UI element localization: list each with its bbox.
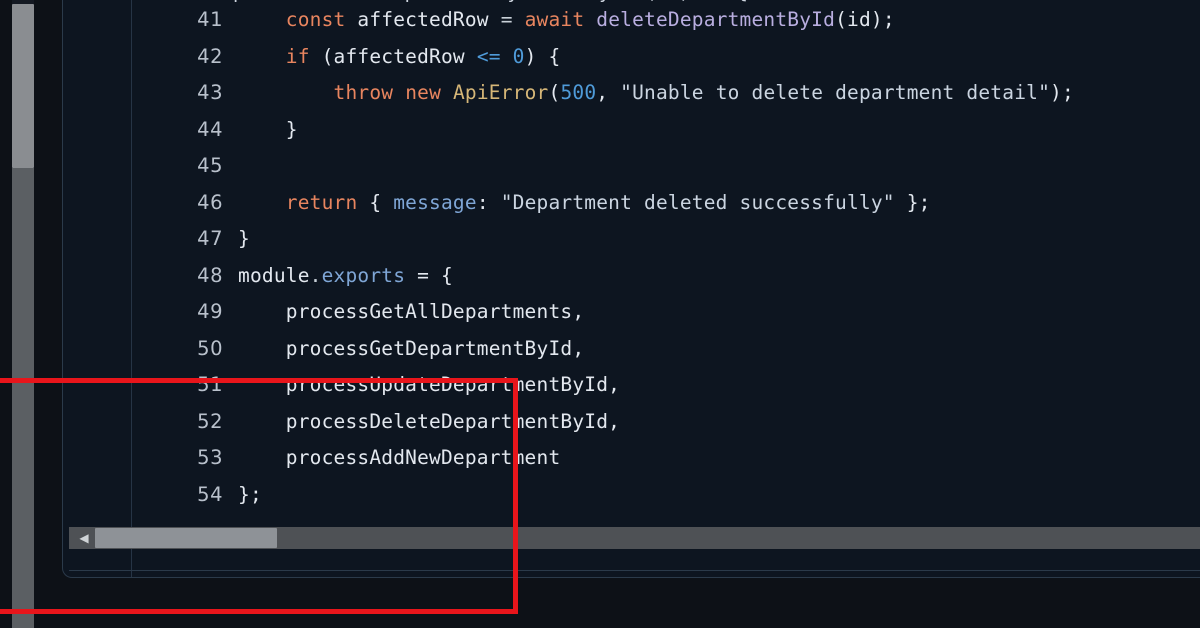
- code-line[interactable]: 43 throw new ApiError(500, "Unable to de…: [63, 75, 1200, 112]
- code-line[interactable]: 48 module.exports = {: [63, 258, 1200, 295]
- code-token: processAddNewDepartment: [238, 446, 561, 469]
- code-line[interactable]: 46 return { message: "Department deleted…: [63, 185, 1200, 222]
- code-token: (affectedRow: [309, 44, 477, 68]
- code-token: ApiError: [452, 81, 549, 104]
- code-token: await: [524, 8, 585, 31]
- line-number: 50: [197, 336, 223, 360]
- code-line[interactable]: 52 processDeleteDepartmentById,: [63, 404, 1200, 441]
- page-vertical-scrollbar[interactable]: [12, 0, 34, 628]
- code-token: throw: [333, 81, 394, 104]
- code-token: .: [309, 263, 322, 287]
- code-line[interactable]: 47}: [63, 221, 1200, 258]
- code-line[interactable]: 42 if (affectedRow <= 0) {: [63, 39, 1200, 76]
- code-token: {: [357, 190, 394, 214]
- line-number: 41: [197, 8, 223, 31]
- code-line-text: throw new ApiError(500, "Unable to delet…: [238, 75, 1074, 112]
- line-number: 42: [197, 44, 223, 68]
- code-token: module: [238, 263, 310, 287]
- code-line-text: module.exports = {: [238, 258, 453, 295]
- line-number: 48: [197, 263, 223, 287]
- code-line-text: processUpdateDepartmentById,: [238, 367, 620, 404]
- code-token: processGetDepartmentById,: [238, 336, 585, 360]
- code-line[interactable]: 44 }: [63, 112, 1200, 149]
- code-token: (: [548, 81, 561, 104]
- code-token: new: [405, 81, 442, 104]
- code-token: message: [393, 190, 477, 214]
- line-number: 44: [197, 117, 223, 141]
- code-line[interactable]: 49 processGetAllDepartments,: [63, 294, 1200, 331]
- code-token: );: [1050, 81, 1074, 104]
- code-token: "Unable to delete department detail": [620, 81, 1051, 104]
- code-token: ,: [596, 81, 621, 104]
- code-token: };: [238, 482, 262, 506]
- code-line[interactable]: 53 processAddNewDepartment: [63, 440, 1200, 477]
- code-token: if: [285, 44, 310, 68]
- line-number: 43: [197, 81, 223, 104]
- line-number: 47: [197, 227, 223, 250]
- code-token: processGetAllDepartments,: [238, 300, 585, 323]
- code-line-text: }: [238, 112, 298, 149]
- code-token: 500: [560, 81, 597, 104]
- line-number: 53: [197, 446, 223, 469]
- code-editor-panel: processDeleteDepartmentById = async (id)…: [62, 0, 1200, 578]
- code-content-area[interactable]: processDeleteDepartmentById = async (id)…: [63, 0, 1200, 537]
- screenshot-root: processDeleteDepartmentById = async (id)…: [0, 0, 1200, 628]
- code-line-text: if (affectedRow <= 0) {: [238, 39, 560, 76]
- line-number: 51: [197, 373, 223, 396]
- code-token: };: [894, 190, 931, 214]
- code-token: return: [285, 190, 358, 214]
- code-token: = {: [405, 263, 453, 287]
- line-number: 46: [197, 190, 223, 214]
- page-scrollbar-track-lower[interactable]: [12, 168, 34, 628]
- code-token: (id);: [835, 8, 895, 31]
- code-token: const: [285, 8, 346, 31]
- code-token: exports: [321, 263, 406, 287]
- code-token: processDeleteDepartmentById,: [238, 409, 621, 433]
- line-number: 52: [197, 409, 223, 433]
- code-token: :: [476, 190, 501, 214]
- code-line[interactable]: 51 processUpdateDepartmentById,: [63, 367, 1200, 404]
- code-line-text: processGetAllDepartments,: [238, 294, 584, 331]
- code-token: "Department deleted successfully": [500, 190, 895, 214]
- code-token: <=: [476, 44, 501, 68]
- code-line[interactable]: 54};: [63, 477, 1200, 514]
- code-line-text: processAddNewDepartment: [238, 440, 560, 477]
- code-token: deleteDepartmentById: [596, 8, 836, 31]
- code-line-text: };: [238, 477, 262, 514]
- editor-horizontal-scrollbar[interactable]: ◀: [69, 527, 1200, 549]
- code-line-text: return { message: "Department deleted su…: [238, 185, 931, 222]
- line-number: 45: [197, 154, 223, 177]
- code-line-text: }: [238, 221, 250, 258]
- code-token: affectedRow: [345, 8, 501, 31]
- code-token: ) {: [524, 44, 561, 68]
- page-scrollbar-thumb[interactable]: [12, 4, 34, 168]
- line-number: 54: [197, 482, 223, 506]
- code-token: processUpdateDepartmentById,: [238, 373, 621, 396]
- horizontal-scrollbar-thumb[interactable]: [95, 528, 277, 548]
- code-line-text: processGetDepartmentById,: [238, 331, 584, 368]
- editor-bottom-border: [69, 570, 1200, 571]
- code-lines-container: 41 const affectedRow = await deleteDepar…: [63, 2, 1200, 513]
- code-token: }: [238, 117, 298, 141]
- code-line-text: processDeleteDepartmentById,: [238, 404, 620, 441]
- code-line[interactable]: 45: [63, 148, 1200, 185]
- scroll-left-arrow-icon[interactable]: ◀: [75, 527, 93, 549]
- code-token: 0: [512, 44, 525, 68]
- line-number: 49: [197, 300, 223, 323]
- code-line[interactable]: 41 const affectedRow = await deleteDepar…: [63, 2, 1200, 39]
- code-line-text: const affectedRow = await deleteDepartme…: [238, 2, 895, 39]
- code-line[interactable]: 50 processGetDepartmentById,: [63, 331, 1200, 368]
- code-token: }: [238, 227, 250, 250]
- code-token: =: [500, 8, 513, 31]
